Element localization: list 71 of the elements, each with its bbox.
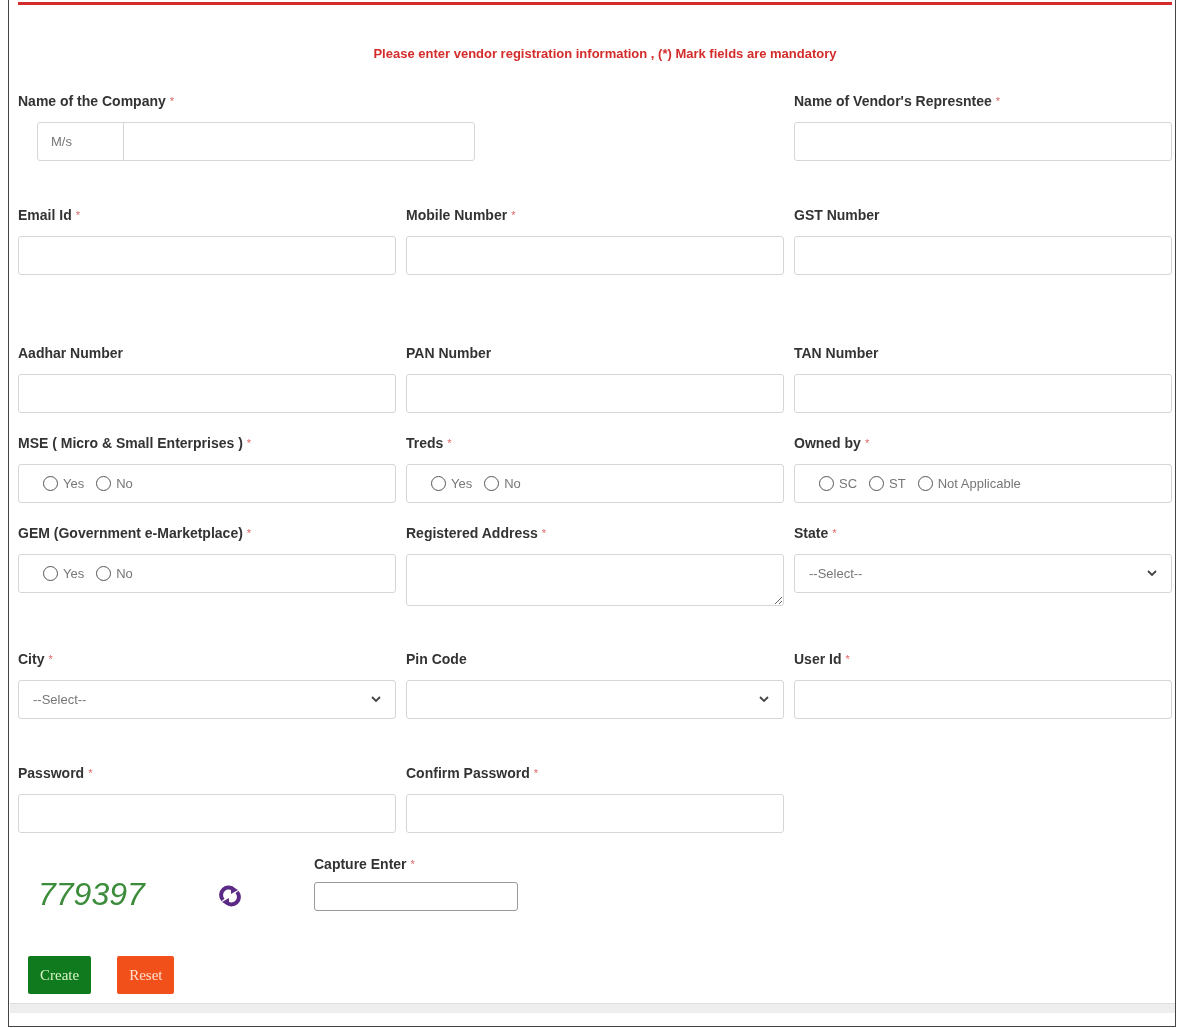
- required-mark: *: [511, 208, 516, 223]
- radio-option[interactable]: Not Applicable: [917, 473, 1021, 494]
- input-field[interactable]: [794, 680, 1172, 719]
- radio-option[interactable]: No: [96, 563, 133, 584]
- field-label: Aadhar Number: [18, 344, 124, 363]
- field-label: Owned by: [794, 434, 861, 453]
- field-label: State: [794, 524, 829, 543]
- field-label: Registered Address: [406, 524, 538, 543]
- text-area[interactable]: [406, 554, 784, 606]
- input-field[interactable]: [794, 374, 1172, 413]
- select-dropdown[interactable]: --Select--: [18, 680, 396, 719]
- radio-option[interactable]: No: [96, 473, 133, 494]
- input-field[interactable]: [406, 374, 784, 413]
- required-mark: *: [864, 436, 870, 451]
- field-label: Capture Enter: [314, 855, 407, 874]
- captcha-code: 779397: [38, 875, 147, 914]
- field-label: User Id: [794, 650, 842, 669]
- input-field[interactable]: [18, 374, 396, 413]
- input-field[interactable]: [794, 122, 1172, 161]
- input-field[interactable]: M/s: [37, 122, 475, 161]
- required-mark: *: [75, 208, 80, 223]
- input-field[interactable]: [794, 236, 1172, 275]
- input-field[interactable]: [406, 794, 784, 833]
- field-label: Treds: [406, 434, 444, 453]
- required-mark: *: [832, 526, 837, 541]
- field-label: MSE ( Micro & Small Enterprises ): [18, 434, 243, 453]
- required-mark: *: [410, 857, 415, 872]
- field-label: City: [18, 650, 45, 669]
- prefix-label: M/s: [38, 123, 124, 160]
- refresh-icon[interactable]: [218, 885, 242, 907]
- chevron-down-icon: [759, 696, 769, 703]
- required-mark: *: [995, 94, 1001, 109]
- radio-option[interactable]: Yes: [43, 473, 85, 494]
- select-dropdown[interactable]: --Select--: [794, 554, 1172, 593]
- field-label: TAN Number: [794, 344, 879, 363]
- select-value: --Select--: [809, 564, 863, 583]
- required-mark: *: [246, 526, 252, 541]
- radio-option[interactable]: Yes: [43, 563, 85, 584]
- field-label: Confirm Password: [406, 764, 530, 783]
- captcha-input[interactable]: [314, 882, 518, 911]
- chevron-down-icon: [371, 696, 381, 703]
- radio-option[interactable]: SC: [819, 473, 858, 494]
- field-label: Password: [18, 764, 85, 783]
- reset-button[interactable]: Reset: [117, 956, 175, 994]
- notice-text: Please enter vendor registration information , (*) Mark fields are mandatory: [372, 45, 838, 63]
- required-mark: *: [533, 766, 538, 781]
- input-field[interactable]: [18, 794, 396, 833]
- chevron-down-icon: [1147, 570, 1157, 577]
- required-mark: *: [447, 436, 452, 451]
- field-label: Pin Code: [406, 650, 467, 669]
- select-dropdown[interactable]: [406, 680, 784, 719]
- field-label: Email Id: [18, 206, 72, 225]
- required-mark: *: [246, 436, 252, 451]
- radio-option[interactable]: ST: [869, 473, 906, 494]
- field-label: PAN Number: [406, 344, 492, 363]
- select-value: --Select--: [33, 690, 87, 709]
- required-mark: *: [845, 652, 850, 667]
- field-label: GST Number: [794, 206, 880, 225]
- required-mark: *: [48, 652, 53, 667]
- field-label: Name of Vendor's Represntee: [794, 92, 992, 111]
- field-label: GEM (Government e-Marketplace): [18, 524, 243, 543]
- input-field[interactable]: [18, 236, 396, 275]
- field-label: Mobile Number: [406, 206, 508, 225]
- required-mark: *: [88, 766, 93, 781]
- required-mark: *: [169, 94, 175, 109]
- required-mark: *: [541, 526, 547, 541]
- input-field[interactable]: [406, 236, 784, 275]
- field-label: Name of the Company: [18, 92, 166, 111]
- create-button[interactable]: Create: [28, 956, 92, 994]
- radio-option[interactable]: Yes: [431, 473, 473, 494]
- radio-option[interactable]: No: [484, 473, 521, 494]
